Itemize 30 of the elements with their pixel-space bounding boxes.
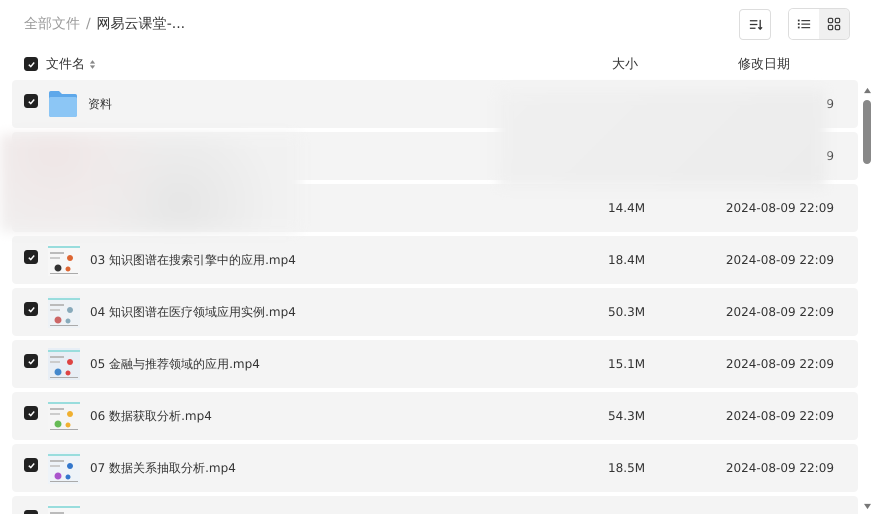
column-header[interactable]: 文件名	[46, 55, 85, 73]
file-size: 54.3M	[608, 409, 646, 423]
file-size: 50.3M	[608, 305, 646, 319]
modified-date: 2024-08-09 22:09	[724, 253, 834, 267]
file-size: 18.4M	[608, 253, 646, 267]
breadcrumb-separator: /	[86, 16, 91, 32]
modified-date: 2024-08-09 22:09	[724, 409, 834, 423]
column-header: 修改日期	[738, 56, 791, 73]
modified-date: 9	[825, 97, 834, 111]
file-row[interactable]: 05 金融与推荐领域的应用.mp4 15.1M 2024-08-09 22:09	[12, 340, 858, 388]
file-row[interactable]: 07 数据关系抽取分析.mp4 18.5M 2024-08-09 22:09	[12, 444, 858, 492]
column-header: 大小	[612, 56, 639, 73]
file-size: 14.4M	[608, 201, 646, 215]
file-name: 06 数据获取分析.mp4	[90, 408, 212, 424]
modified-date: 2024-08-09 22:09	[724, 305, 834, 319]
file-name: 资料	[88, 96, 112, 112]
file-size: 18.5M	[608, 461, 646, 475]
file-name: 05 金融与推荐领域的应用.mp4	[90, 356, 260, 372]
modified-date: 2024-08-09 22:09	[724, 357, 834, 371]
file-size: 15.1M	[608, 357, 646, 371]
breadcrumb-link[interactable]: 网易云课堂-...	[96, 15, 186, 33]
modified-date: 9	[825, 149, 834, 163]
modified-date: 2024-08-09 22:09	[724, 461, 834, 475]
file-row[interactable]: 06 数据获取分析.mp4 54.3M 2024-08-09 22:09	[12, 392, 858, 440]
file-row[interactable]: 04 知识图谱在医疗领域应用实例.mp4 50.3M 2024-08-09 22:09	[12, 288, 858, 336]
file-name: 07 数据关系抽取分析.mp4	[90, 460, 236, 476]
file-row[interactable]: 03 知识图谱在搜索引擎中的应用.mp4 18.4M 2024-08-09 22:09	[12, 236, 858, 284]
file-name: 03 知识图谱在搜索引擎中的应用.mp4	[90, 252, 296, 268]
file-name: 04 知识图谱在医疗领域应用实例.mp4	[90, 304, 296, 320]
modified-date: 2024-08-09 22:09	[724, 201, 834, 215]
